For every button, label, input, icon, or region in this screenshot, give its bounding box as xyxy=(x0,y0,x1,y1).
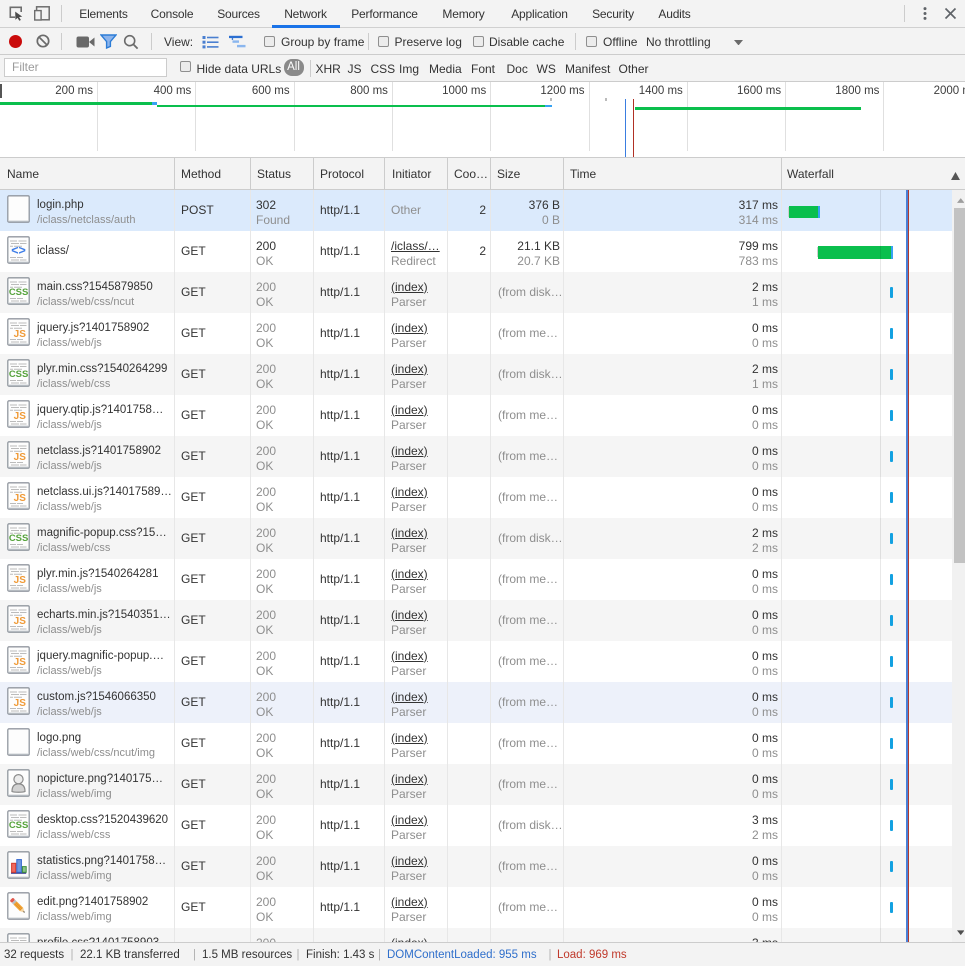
svg-text:JS: JS xyxy=(14,575,27,586)
svg-text:JS: JS xyxy=(14,329,27,340)
svg-text:JS: JS xyxy=(14,657,27,668)
svg-text:CSS: CSS xyxy=(9,533,29,544)
svg-text:JS: JS xyxy=(14,698,27,709)
svg-text:JS: JS xyxy=(14,452,27,463)
svg-text:CSS: CSS xyxy=(9,287,29,298)
svg-text:<>: <> xyxy=(11,244,26,258)
svg-text:JS: JS xyxy=(14,616,27,627)
svg-text:JS: JS xyxy=(14,493,27,504)
svg-text:CSS: CSS xyxy=(9,369,29,380)
svg-text:CSS: CSS xyxy=(9,820,29,831)
svg-text:JS: JS xyxy=(14,411,27,422)
